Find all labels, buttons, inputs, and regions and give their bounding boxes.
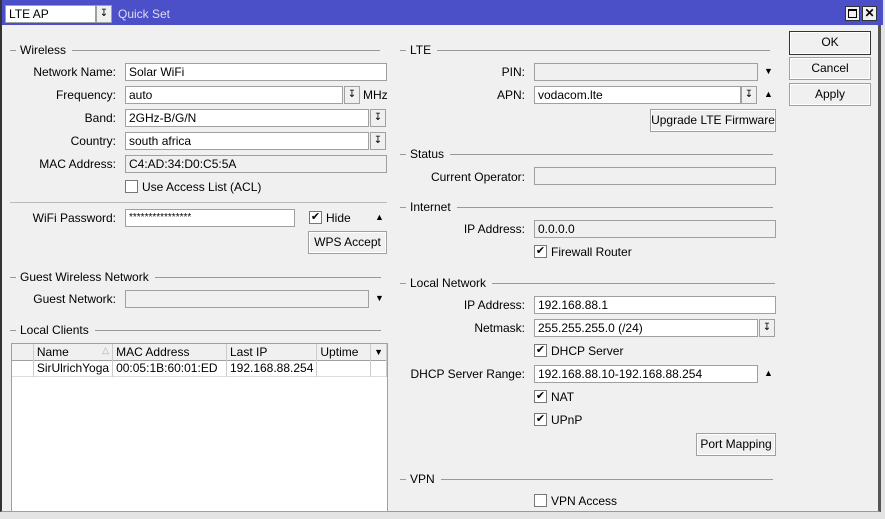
window-title: Quick Set: [118, 7, 171, 21]
network-name-label: Network Name:: [33, 65, 116, 79]
country-select[interactable]: south africa: [125, 132, 369, 150]
pin-label: PIN:: [501, 65, 525, 79]
mac-address-label: MAC Address:: [39, 157, 116, 171]
nat-label: NAT: [551, 390, 575, 404]
title-bar: LTE AP ↧ Quick Set ✕: [2, 0, 883, 25]
mode-select[interactable]: LTE AP: [5, 5, 96, 23]
internet-ip-field: 0.0.0.0: [534, 220, 776, 238]
section-title: VPN: [410, 472, 435, 486]
apply-button[interactable]: Apply: [789, 83, 871, 106]
apn-label: APN:: [496, 88, 525, 102]
band-label: Band:: [84, 111, 116, 125]
netmask-label: Netmask:: [474, 321, 525, 335]
netmask-select[interactable]: 255.255.255.0 (/24): [534, 319, 758, 337]
current-operator-field: [534, 167, 776, 185]
close-button[interactable]: ✕: [862, 6, 877, 21]
port-mapping-button[interactable]: Port Mapping: [696, 433, 776, 456]
table-header: Name △ MAC Address Last IP Uptime ▼: [12, 344, 387, 360]
section-title: Status: [410, 147, 445, 161]
frequency-label: Frequency:: [55, 88, 116, 102]
upnp-checkbox[interactable]: ✔: [534, 413, 547, 426]
maximize-icon: [848, 9, 857, 18]
section-title: Guest Wireless Network: [20, 270, 149, 284]
network-name-input[interactable]: Solar WiFi: [125, 63, 387, 81]
ok-button[interactable]: OK: [789, 31, 871, 55]
guest-network-input[interactable]: [125, 290, 369, 308]
upnp-label: UPnP: [551, 413, 583, 427]
section-title: LTE: [410, 43, 432, 57]
section-guest-wireless: Guest Wireless Network: [10, 270, 381, 284]
section-lte: LTE: [400, 43, 771, 57]
wifi-password-label: WiFi Password:: [32, 211, 116, 225]
internet-ip-label: IP Address:: [463, 222, 525, 236]
current-operator-label: Current Operator:: [430, 170, 525, 184]
country-label: Country:: [70, 134, 116, 148]
frequency-dropdown[interactable]: ↧: [344, 86, 360, 104]
acl-checkbox[interactable]: [125, 180, 138, 193]
local-ip-label: IP Address:: [463, 298, 525, 312]
expand-down-icon[interactable]: ▼: [764, 66, 773, 76]
section-title: Internet: [410, 200, 451, 214]
guest-network-label: Guest Network:: [33, 292, 116, 306]
section-title: Wireless: [20, 43, 67, 57]
pin-input[interactable]: [534, 63, 758, 81]
section-title: Local Network: [410, 276, 487, 290]
frequency-unit: MHz: [363, 88, 388, 102]
cell-ip: 192.168.88.254: [226, 360, 318, 376]
column-mac[interactable]: MAC Address: [112, 344, 227, 360]
column-uptime[interactable]: Uptime: [316, 344, 372, 360]
quick-set-window: LTE AP ↧ Quick Set ✕ Wireless Network Na…: [0, 0, 883, 512]
hide-label: Hide: [326, 211, 351, 225]
collapse-up-icon[interactable]: ▲: [375, 212, 384, 222]
close-icon: ✕: [864, 6, 875, 20]
cell-uptime: [316, 360, 372, 376]
maximize-button[interactable]: [845, 6, 860, 21]
divider: [10, 202, 387, 203]
mac-address-field: C4:AD:34:D0:C5:5A: [125, 155, 387, 173]
cell-mac: 00:05:1B:60:01:ED: [112, 360, 227, 376]
dhcp-server-checkbox[interactable]: ✔: [534, 344, 547, 357]
column-last-ip[interactable]: Last IP: [226, 344, 318, 360]
hide-checkbox[interactable]: ✔: [309, 211, 322, 224]
apn-dropdown[interactable]: ↧: [741, 86, 757, 104]
local-ip-input[interactable]: 192.168.88.1: [534, 296, 776, 314]
dhcp-range-input[interactable]: 192.168.88.10-192.168.88.254: [534, 365, 758, 383]
apn-input[interactable]: vodacom.lte: [534, 86, 741, 104]
section-title: Local Clients: [20, 323, 89, 337]
nat-checkbox[interactable]: ✔: [534, 390, 547, 403]
section-internet: Internet: [400, 200, 773, 214]
country-dropdown[interactable]: ↧: [370, 132, 386, 150]
column-name[interactable]: Name △: [33, 344, 114, 360]
dhcp-range-label: DHCP Server Range:: [410, 367, 526, 381]
band-dropdown[interactable]: ↧: [370, 109, 386, 127]
vpn-access-checkbox[interactable]: [534, 494, 547, 507]
column-menu-icon[interactable]: ▼: [370, 344, 387, 360]
section-vpn: VPN: [400, 472, 773, 486]
wifi-password-input[interactable]: ****************: [125, 209, 295, 227]
dhcp-server-label: DHCP Server: [551, 344, 624, 358]
frequency-input[interactable]: auto: [125, 86, 343, 104]
clients-table: Name △ MAC Address Last IP Uptime ▼ SirUl…: [11, 343, 388, 512]
acl-label: Use Access List (ACL): [142, 180, 262, 194]
firewall-router-checkbox[interactable]: ✔: [534, 245, 547, 258]
section-local-clients: Local Clients: [10, 323, 381, 337]
upgrade-lte-firmware-button[interactable]: Upgrade LTE Firmware: [650, 109, 776, 132]
section-local-network: Local Network: [400, 276, 776, 290]
cancel-button[interactable]: Cancel: [789, 57, 871, 80]
cell-name: SirUlrichYoga: [33, 360, 114, 376]
table-row[interactable]: SirUlrichYoga 00:05:1B:60:01:ED 192.168.…: [12, 360, 387, 376]
collapse-up-icon[interactable]: ▲: [764, 368, 773, 378]
dropdown-arrow-icon: ↧: [99, 8, 109, 19]
mode-dropdown-button[interactable]: ↧: [96, 5, 112, 23]
section-wireless: Wireless: [10, 43, 381, 57]
expand-down-icon[interactable]: ▼: [375, 293, 384, 303]
firewall-router-label: Firewall Router: [551, 245, 632, 259]
vpn-access-label: VPN Access: [551, 494, 618, 508]
sort-icon: △: [102, 344, 110, 355]
band-select[interactable]: 2GHz-B/G/N: [125, 109, 369, 127]
wps-accept-button[interactable]: WPS Accept: [308, 231, 387, 254]
section-status: Status: [400, 147, 774, 161]
collapse-up-icon[interactable]: ▲: [764, 89, 773, 99]
netmask-dropdown[interactable]: ↧: [759, 319, 775, 337]
